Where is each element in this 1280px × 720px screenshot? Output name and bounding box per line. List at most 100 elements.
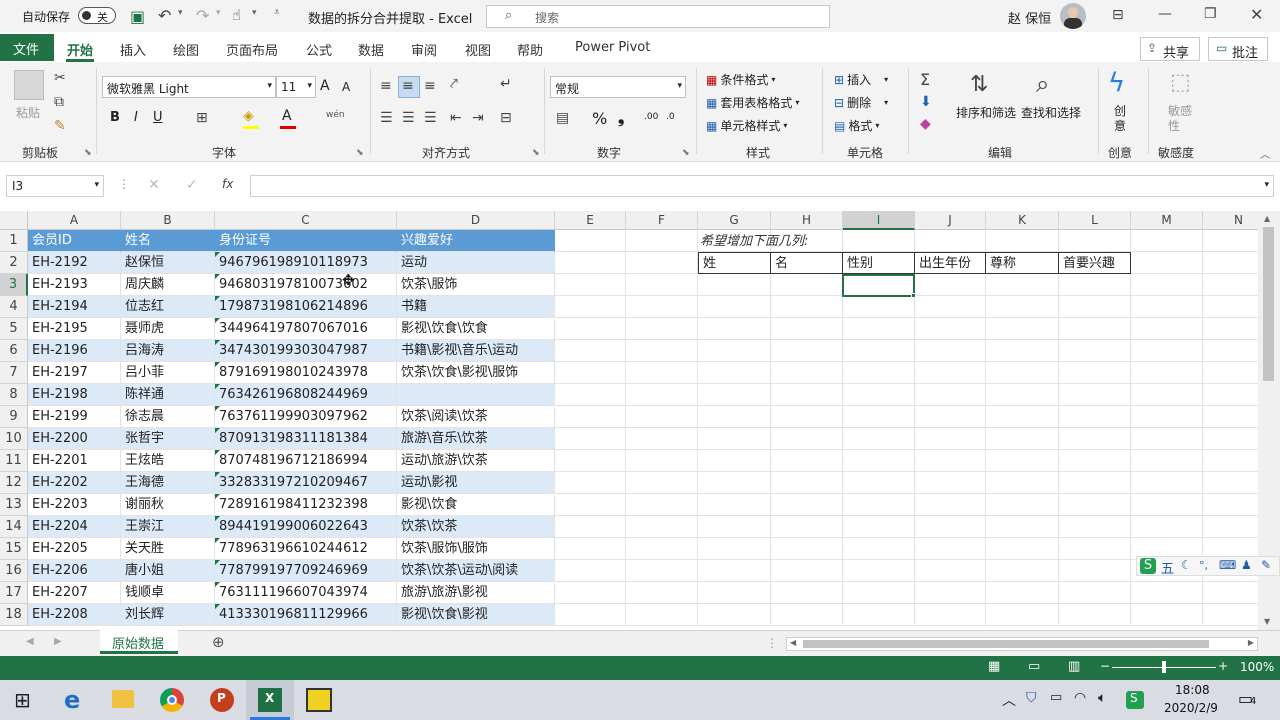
column-header-d[interactable]: D <box>397 211 555 230</box>
grid-cell[interactable] <box>1059 230 1131 252</box>
sort-filter-button[interactable]: 排序和筛选 <box>956 104 1016 121</box>
grid-cell[interactable] <box>915 450 986 472</box>
number-format-select[interactable]: 常规 ▾ <box>550 76 686 98</box>
table-cell[interactable]: 870913198311181384 <box>215 428 397 450</box>
grid-cell[interactable] <box>1203 428 1258 450</box>
grid-cell[interactable] <box>698 450 771 472</box>
row-header-4[interactable]: 4 <box>0 296 28 318</box>
grid-cell[interactable] <box>1203 472 1258 494</box>
grid-cell[interactable] <box>1059 538 1131 560</box>
table-cell[interactable]: EH-2196 <box>28 340 121 362</box>
table-cell[interactable]: EH-2202 <box>28 472 121 494</box>
table-cell[interactable]: 894419199006022643 <box>215 516 397 538</box>
table-cell[interactable]: 钱顺卓 <box>121 582 215 604</box>
zoom-in-icon[interactable]: + <box>1218 659 1228 673</box>
grid-cell[interactable] <box>771 428 843 450</box>
grid-cell[interactable] <box>986 318 1059 340</box>
paste-button[interactable]: 粘贴 <box>16 104 40 121</box>
prev-sheet-icon[interactable]: ◀ <box>26 636 34 647</box>
page-break-view-icon[interactable]: ▥ <box>1068 659 1080 674</box>
grid-cell[interactable] <box>1059 406 1131 428</box>
grid-cell[interactable] <box>1059 560 1131 582</box>
grid-cell[interactable] <box>771 340 843 362</box>
tab-insert[interactable]: 插入 <box>120 40 146 59</box>
select-all-corner[interactable] <box>0 211 28 230</box>
add-sheet-icon[interactable]: ⊕ <box>212 633 225 651</box>
table-cell[interactable]: 179873198106214896 <box>215 296 397 318</box>
tab-draw[interactable]: 绘图 <box>173 40 199 59</box>
grid-cell[interactable] <box>698 582 771 604</box>
column-header-j[interactable]: J <box>915 211 986 230</box>
grid-cell[interactable] <box>555 252 626 274</box>
grid-cell[interactable] <box>771 274 843 296</box>
table-cell[interactable]: EH-2197 <box>28 362 121 384</box>
grid-cell[interactable] <box>843 340 915 362</box>
grid-cell[interactable] <box>626 340 698 362</box>
grid-cell[interactable] <box>1131 472 1203 494</box>
grid-cell[interactable] <box>626 296 698 318</box>
table-cell[interactable]: 763761199903097962 <box>215 406 397 428</box>
grid-cell[interactable] <box>1203 252 1258 274</box>
autosum-icon[interactable]: Σ <box>920 70 930 89</box>
grid-cell[interactable] <box>698 274 771 296</box>
grid-cell[interactable] <box>1131 604 1203 626</box>
copy-icon[interactable]: ⧉ <box>54 94 64 110</box>
grid-cell[interactable] <box>843 472 915 494</box>
tab-view[interactable]: 视图 <box>465 40 491 59</box>
table-cell[interactable]: 饮茶\阅读\饮茶 <box>397 406 555 428</box>
table-header-cell[interactable]: 会员ID <box>28 230 121 252</box>
grid-cell[interactable] <box>1203 604 1258 626</box>
grid-cell[interactable] <box>555 428 626 450</box>
format-cells-button[interactable]: ▤ 格式 ▾ <box>834 117 879 134</box>
table-cell[interactable]: EH-2204 <box>28 516 121 538</box>
grid-cell[interactable] <box>843 604 915 626</box>
grid-cell[interactable] <box>1131 362 1203 384</box>
wrap-text-icon[interactable]: ↵ <box>500 76 512 92</box>
column-header-l[interactable]: L <box>1059 211 1131 230</box>
table-cell[interactable]: 运动 <box>397 252 555 274</box>
ime-toolbar[interactable]: S 五 ☾ °, ⌨ ♟ ✎ <box>1136 556 1280 577</box>
table-cell[interactable]: 运动\旅游\饮茶 <box>397 450 555 472</box>
grid-cell[interactable] <box>1203 582 1258 604</box>
grid-cell[interactable] <box>555 230 626 252</box>
grid-cell[interactable] <box>1059 604 1131 626</box>
table-cell[interactable]: 张哲宇 <box>121 428 215 450</box>
tab-page-layout[interactable]: 页面布局 <box>226 40 278 59</box>
touch-mode-icon[interactable]: ☝ <box>232 6 241 24</box>
table-header-cell[interactable]: 兴趣爱好 <box>397 230 555 252</box>
grid-cell[interactable] <box>698 494 771 516</box>
grid-cell[interactable] <box>626 230 698 252</box>
grid-cell[interactable] <box>986 472 1059 494</box>
grid-cell[interactable] <box>915 362 986 384</box>
zoom-out-icon[interactable]: − <box>1100 659 1110 673</box>
grid-cell[interactable] <box>771 384 843 406</box>
table-cell[interactable]: 饮茶\饮茶\运动\阅读 <box>397 560 555 582</box>
redo-icon[interactable]: ↷ <box>196 6 209 25</box>
grid-cell[interactable] <box>698 384 771 406</box>
grid-cell[interactable] <box>1131 318 1203 340</box>
grid-cell[interactable] <box>1203 384 1258 406</box>
grid-cell[interactable] <box>771 450 843 472</box>
table-cell[interactable]: EH-2194 <box>28 296 121 318</box>
grid-cell[interactable] <box>843 428 915 450</box>
grid-cell[interactable] <box>1131 230 1203 252</box>
table-cell[interactable]: 吕小菲 <box>121 362 215 384</box>
grid-cell[interactable] <box>843 296 915 318</box>
tab-formulas[interactable]: 公式 <box>306 40 332 59</box>
font-color-icon[interactable]: A <box>282 108 292 124</box>
currency-icon[interactable]: ▤ <box>556 110 569 126</box>
table-cell[interactable]: 946803197810073602 <box>215 274 397 296</box>
grid-cell[interactable] <box>626 582 698 604</box>
table-cell[interactable]: EH-2193 <box>28 274 121 296</box>
sort-filter-icon[interactable]: ⇅ <box>970 72 988 97</box>
grid-cell[interactable] <box>626 274 698 296</box>
table-cell[interactable]: 879169198010243978 <box>215 362 397 384</box>
grid-cell[interactable] <box>771 494 843 516</box>
grid-cell[interactable] <box>915 428 986 450</box>
autosave-toggle[interactable]: 关 <box>78 7 116 24</box>
grid-cell[interactable] <box>843 560 915 582</box>
grid-cell[interactable] <box>843 538 915 560</box>
column-header-g[interactable]: G <box>698 211 771 230</box>
grid-cell[interactable] <box>915 318 986 340</box>
grid-cell[interactable] <box>1059 340 1131 362</box>
